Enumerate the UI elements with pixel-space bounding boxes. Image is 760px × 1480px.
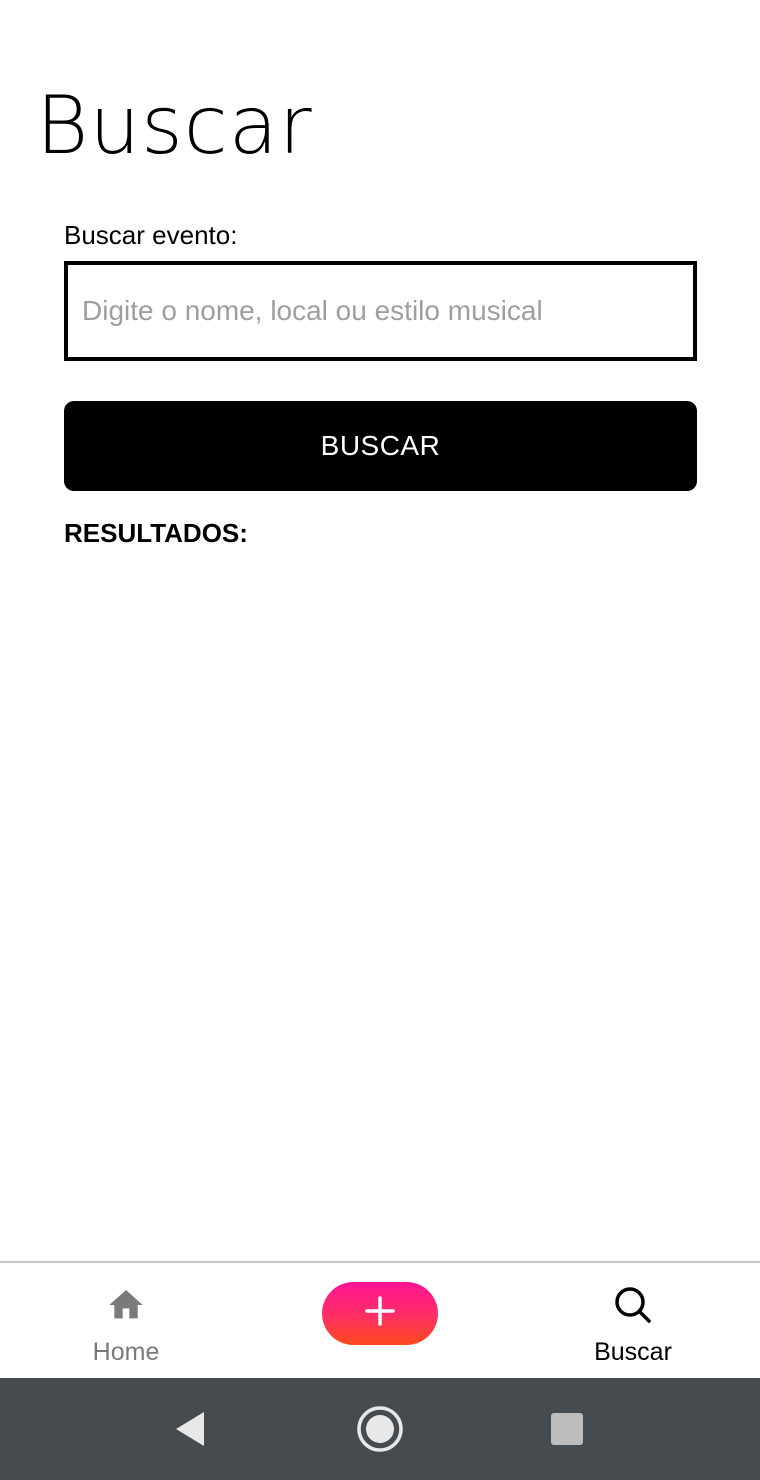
nav-label-buscar: Buscar xyxy=(594,1338,672,1366)
nav-item-buscar[interactable]: Buscar xyxy=(543,1263,723,1378)
home-icon xyxy=(104,1283,148,1327)
page-title: Buscar xyxy=(36,79,313,172)
search-input[interactable] xyxy=(64,261,697,361)
nav-label-home: Home xyxy=(92,1338,160,1366)
plus-icon xyxy=(364,1295,396,1332)
recents-square-icon[interactable] xyxy=(527,1378,607,1480)
search-button[interactable]: BUSCAR xyxy=(64,401,697,491)
home-circle-icon[interactable] xyxy=(340,1378,420,1480)
bottom-navigation: Home Buscar xyxy=(0,1261,760,1378)
system-navigation-bar xyxy=(0,1378,760,1480)
back-icon[interactable] xyxy=(150,1378,230,1480)
results-heading: RESULTADOS: xyxy=(64,518,248,548)
search-icon xyxy=(611,1283,655,1327)
nav-item-home[interactable]: Home xyxy=(36,1263,216,1378)
add-event-button[interactable] xyxy=(322,1282,438,1345)
search-field-label: Buscar evento: xyxy=(64,220,238,250)
